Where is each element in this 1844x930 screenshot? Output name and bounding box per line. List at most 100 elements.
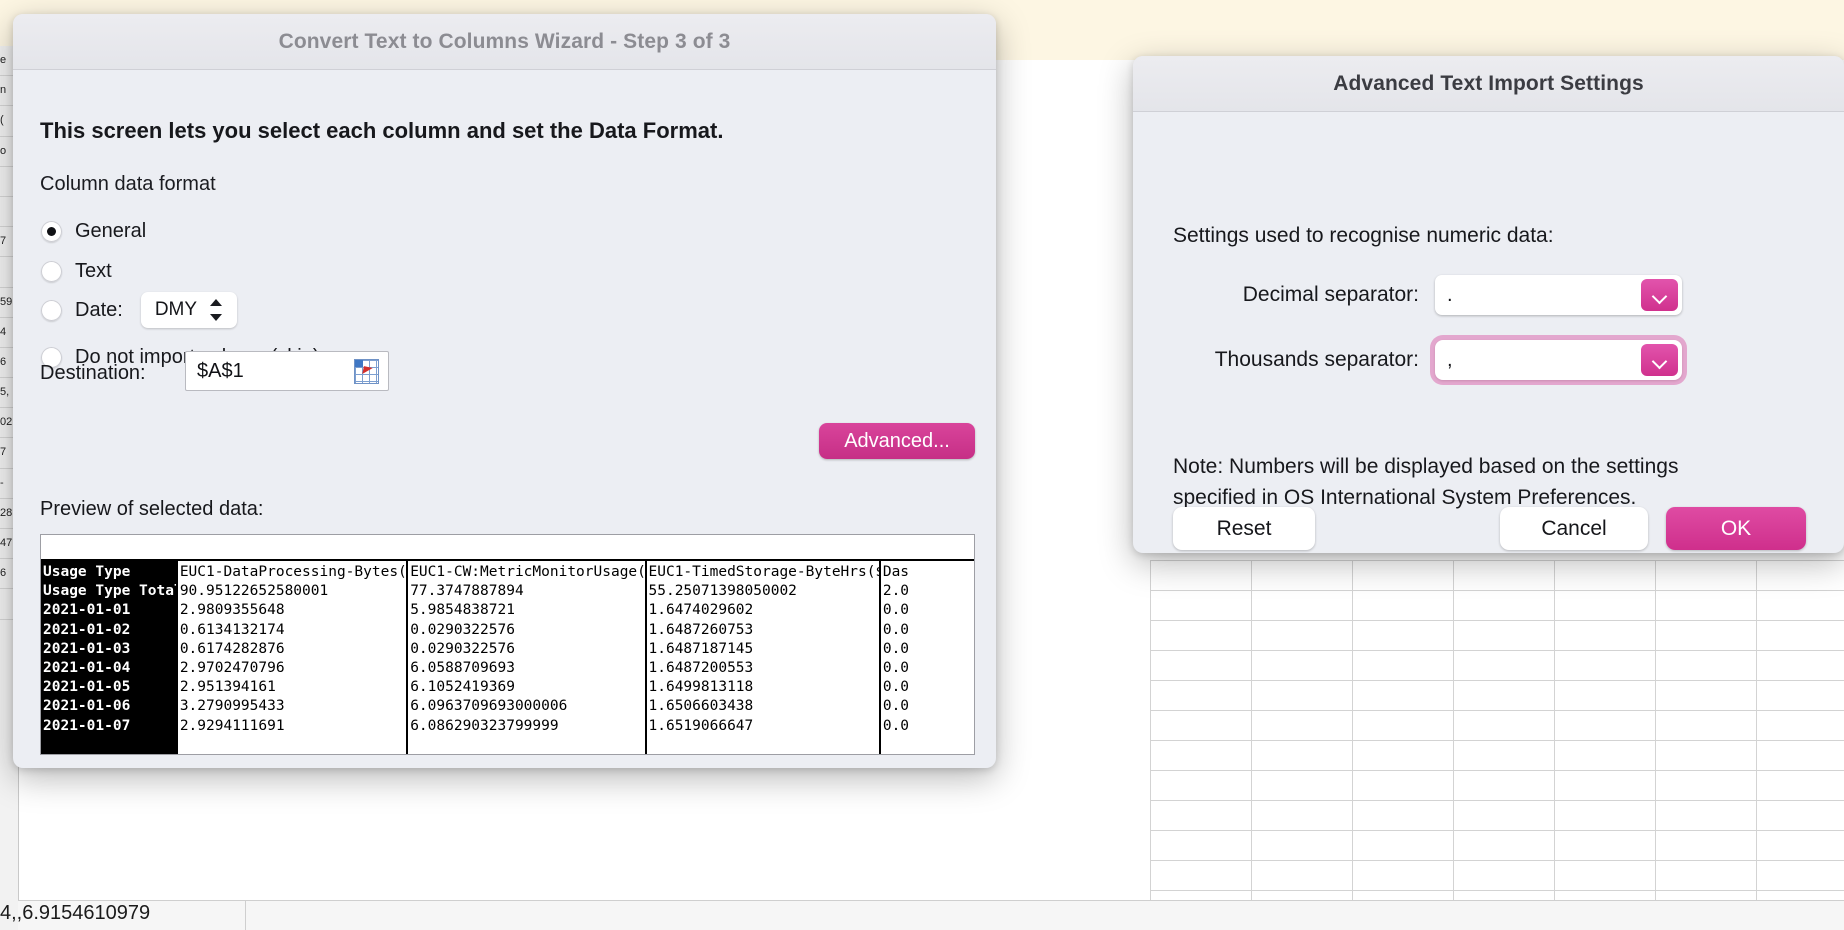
destination-value: $A$1 xyxy=(197,359,244,382)
wizard-title: Convert Text to Columns Wizard - Step 3 … xyxy=(278,29,731,53)
radio-option-text[interactable]: Text xyxy=(41,257,112,285)
preview-cell: 1.6474029602 xyxy=(648,602,754,619)
decimal-separator-row: Decimal separator: . xyxy=(1173,275,1803,315)
preview-cell: 1.6487260753 xyxy=(648,621,754,638)
preview-cells-4: EUC1-TimedStorage-ByteHrs($) 55.25071398… xyxy=(647,561,879,736)
preview-cell: 6.0588709693 xyxy=(410,659,515,676)
range-select-icon[interactable] xyxy=(354,359,379,384)
preview-cell: 1.6487200553 xyxy=(648,659,754,676)
spreadsheet-grid[interactable] xyxy=(1150,560,1844,930)
spreadsheet-bottom-row[interactable] xyxy=(18,900,1844,930)
preview-cell: 2021-01-02 xyxy=(43,621,131,638)
destination-label: Destination: xyxy=(40,362,146,384)
preview-cell: 1.6487187145 xyxy=(648,640,754,657)
preview-cell: 0.0 xyxy=(882,602,910,619)
preview-cell: 0.6134132174 xyxy=(179,621,285,638)
thousands-separator-label: Thousands separator: xyxy=(1214,348,1419,371)
advanced-title: Advanced Text Import Settings xyxy=(1333,71,1644,95)
chevron-up-down-icon xyxy=(209,299,223,321)
preview-pane[interactable]: General Usage Type Usage Type Total 2021… xyxy=(40,534,975,755)
preview-table: General Usage Type Usage Type Total 2021… xyxy=(41,559,974,754)
wizard-heading: This screen lets you select each column … xyxy=(40,118,724,143)
preview-cell: 0.0 xyxy=(882,698,910,715)
advanced-titlebar[interactable]: Advanced Text Import Settings xyxy=(1133,56,1844,112)
spreadsheet-cell-text: 4,,6.9154610979 xyxy=(0,902,151,924)
preview-cell: 2021-01-07 xyxy=(43,717,131,734)
column-data-format-label: Column data format xyxy=(40,173,216,195)
preview-cell: 1.6506603438 xyxy=(648,698,754,715)
preview-cells-5: Das 2.0 0.0 0.0 0.0 0.0 0.0 0.0 0.0 xyxy=(881,561,974,736)
preview-cell: 6.0963709693000006 xyxy=(410,698,568,715)
radio-option-date[interactable]: Date: DMY xyxy=(41,292,237,328)
preview-columns: General Usage Type Usage Type Total 2021… xyxy=(41,561,974,754)
preview-cell: 5.9854838721 xyxy=(410,602,515,619)
radio-general-icon[interactable] xyxy=(41,220,62,242)
preview-label: Preview of selected data: xyxy=(40,498,264,520)
preview-cell: 0.0 xyxy=(882,659,910,676)
preview-cell: 0.0 xyxy=(882,621,910,638)
date-format-select[interactable]: DMY xyxy=(140,292,237,328)
preview-cells-1: Usage Type Usage Type Total 2021-01-01 2… xyxy=(41,561,176,736)
preview-cell: 1.6519066647 xyxy=(648,717,754,734)
preview-cell: EUC1-DataProcessing-Bytes($) xyxy=(179,564,407,580)
preview-cell: 2021-01-03 xyxy=(43,640,131,657)
preview-cell: 2.0 xyxy=(882,583,910,600)
thousands-separator-combobox[interactable]: , xyxy=(1435,340,1682,380)
preview-cell: EUC1-TimedStorage-ByteHrs($) xyxy=(648,564,879,580)
convert-text-to-columns-wizard-dialog: Convert Text to Columns Wizard - Step 3 … xyxy=(13,14,996,768)
preview-cell: 2.9294111691 xyxy=(179,717,285,734)
preview-column-2[interactable]: General EUC1-DataProcessing-Bytes($) 90.… xyxy=(177,561,409,754)
preview-cell: 2021-01-04 xyxy=(43,659,131,676)
advanced-button[interactable]: Advanced... xyxy=(819,423,975,459)
preview-cell: Usage Type xyxy=(43,564,131,580)
spreadsheet-column-divider xyxy=(245,900,246,930)
preview-cell: 2021-01-05 xyxy=(43,679,131,696)
chevron-down-icon xyxy=(1653,356,1666,364)
screen-root: e n ( o 7 59 4 6 5, 02 7 - 28 47 6 4,,6.… xyxy=(0,0,1844,930)
radio-text-icon[interactable] xyxy=(41,260,62,282)
decimal-separator-dropdown-button[interactable] xyxy=(1641,279,1678,311)
preview-cell: 6.1052419369 xyxy=(410,679,515,696)
preview-cells-2: EUC1-DataProcessing-Bytes($) 90.95122652… xyxy=(178,561,406,736)
preview-cell: 2021-01-01 xyxy=(43,602,131,619)
preview-cell: 77.3747887894 xyxy=(410,583,524,600)
reset-button[interactable]: Reset xyxy=(1173,507,1315,550)
preview-cell: 0.0 xyxy=(882,679,910,696)
preview-cells-3: EUC1-CW:MetricMonitorUsage($) 77.3747887… xyxy=(408,561,644,736)
preview-cell: 0.0290322576 xyxy=(410,621,515,638)
advanced-text-import-settings-dialog: Advanced Text Import Settings Settings u… xyxy=(1133,56,1844,553)
preview-cell: Das xyxy=(882,564,910,580)
thousands-separator-value: , xyxy=(1447,349,1453,371)
thousands-separator-row: Thousands separator: , xyxy=(1173,340,1803,380)
radio-general-label: General xyxy=(75,219,147,242)
preview-cell: 0.0290322576 xyxy=(410,640,515,657)
preview-cell: 0.6174282876 xyxy=(179,640,285,657)
preview-column-5[interactable]: General Das 2.0 0.0 0.0 0.0 0.0 0.0 0.0 … xyxy=(880,561,974,754)
wizard-titlebar[interactable]: Convert Text to Columns Wizard - Step 3 … xyxy=(13,14,996,70)
radio-date-icon[interactable] xyxy=(41,299,62,321)
preview-cell: 0.0 xyxy=(882,717,910,734)
decimal-separator-label: Decimal separator: xyxy=(1242,283,1419,306)
thousands-separator-dropdown-button[interactable] xyxy=(1641,344,1678,376)
radio-text-label: Text xyxy=(75,259,112,282)
preview-column-1[interactable]: General Usage Type Usage Type Total 2021… xyxy=(41,561,178,754)
advanced-cancel-button[interactable]: Cancel xyxy=(1500,507,1648,550)
preview-cell: 55.25071398050002 xyxy=(648,583,797,600)
decimal-separator-value: . xyxy=(1447,284,1453,306)
preview-cell: 2.9809355648 xyxy=(179,602,285,619)
destination-input[interactable]: $A$1 xyxy=(185,351,389,391)
radio-option-general[interactable]: General xyxy=(41,217,146,245)
preview-cell: EUC1-CW:MetricMonitorUsage($) xyxy=(410,564,645,580)
preview-column-4[interactable]: General EUC1-TimedStorage-ByteHrs($) 55.… xyxy=(646,561,881,754)
preview-cell: 0.0 xyxy=(882,640,910,657)
preview-cell: 3.2790995433 xyxy=(179,698,285,715)
preview-cell: 6.086290323799999 xyxy=(410,717,559,734)
advanced-note-text: Note: Numbers will be displayed based on… xyxy=(1173,455,1679,509)
advanced-intro-text: Settings used to recognise numeric data: xyxy=(1173,224,1554,247)
decimal-separator-combobox[interactable]: . xyxy=(1435,275,1682,315)
preview-cell: 1.6499813118 xyxy=(648,679,754,696)
advanced-ok-button[interactable]: OK xyxy=(1666,507,1806,550)
preview-column-3[interactable]: General EUC1-CW:MetricMonitorUsage($) 77… xyxy=(408,561,647,754)
preview-cell: 2.9702470796 xyxy=(179,659,285,676)
preview-cell: Usage Type Total xyxy=(43,583,176,600)
